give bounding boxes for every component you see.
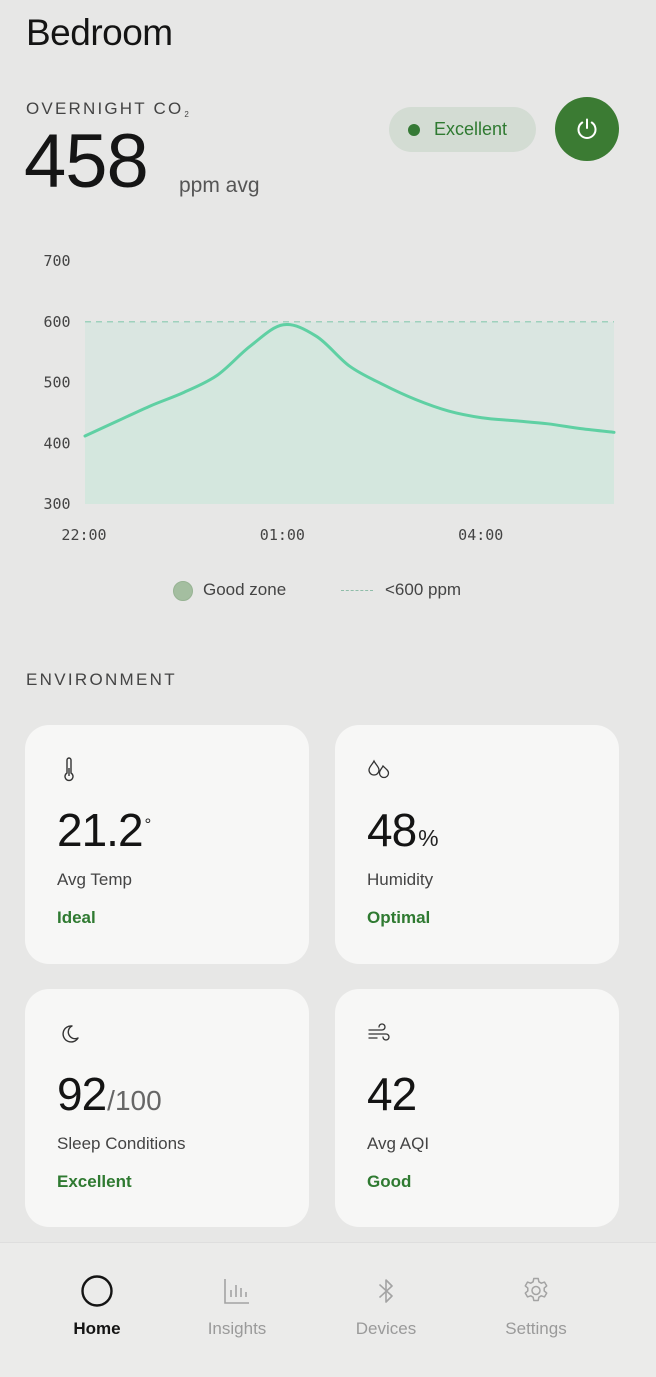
avg-aqi-card[interactable]: 42 Avg AQI Good <box>335 989 619 1227</box>
sleep-conditions-status: Excellent <box>57 1172 132 1191</box>
avg-temp-label: Avg Temp <box>57 870 132 889</box>
avg-temp-value: 21.2 ° <box>57 804 152 856</box>
gear-icon <box>524 1277 548 1302</box>
sleep-conditions-value: 92/100 <box>57 1068 162 1120</box>
power-icon <box>577 118 597 140</box>
y-tick-label: 700 <box>43 252 70 270</box>
legend-threshold-swatch <box>341 590 373 591</box>
y-tick-label: 600 <box>43 313 70 331</box>
bluetooth-icon <box>379 1279 393 1303</box>
avg-temp-card[interactable]: 21.2 ° Avg Temp Ideal <box>25 725 309 964</box>
droplets-icon <box>368 759 390 779</box>
nav-devices[interactable]: Devices <box>326 1243 446 1377</box>
power-button[interactable] <box>555 97 619 161</box>
bottom-nav: Home Insights Devices Settings <box>0 1242 656 1377</box>
nav-insights-label: Insights <box>207 1319 267 1338</box>
avg-aqi-value: 42 <box>367 1068 417 1120</box>
nav-devices-label: Devices <box>355 1319 417 1338</box>
x-tick-label: 22:00 <box>61 526 106 544</box>
co2-unit: ppm avg <box>179 174 260 197</box>
co2-average-value: 458 <box>24 119 149 204</box>
y-tick-label: 300 <box>43 495 70 513</box>
co2-chart: 700 600 500 400 300 22:00 01:00 04:00 <box>43 252 616 544</box>
y-tick-label: 400 <box>43 434 70 452</box>
co2-section-label: OVERNIGHT CO2 <box>26 99 189 119</box>
legend-good-zone-label: Good zone <box>203 580 287 599</box>
humidity-status: Optimal <box>367 908 431 927</box>
y-tick-label: 500 <box>43 374 70 392</box>
sleep-conditions-label: Sleep Conditions <box>57 1134 186 1153</box>
nav-home[interactable]: Home <box>37 1243 157 1377</box>
x-tick-label: 01:00 <box>260 526 305 544</box>
page-title: Bedroom <box>26 12 173 53</box>
avg-aqi-label: Avg AQI <box>367 1134 430 1153</box>
avg-temp-status: Ideal <box>57 908 96 927</box>
nav-settings-label: Settings <box>505 1319 567 1338</box>
nav-insights[interactable]: Insights <box>177 1243 297 1377</box>
co2-label-text: OVERNIGHT CO <box>26 99 184 118</box>
status-text: Excellent <box>434 119 508 139</box>
status-badge: Excellent <box>389 107 536 152</box>
nav-home-label: Home <box>73 1319 121 1338</box>
moon-icon <box>62 1025 79 1043</box>
status-dot <box>408 123 420 136</box>
bar-chart-icon <box>224 1279 249 1304</box>
co2-label-subscript: 2 <box>184 110 189 119</box>
thermometer-icon <box>64 757 74 782</box>
chart-legend: Good zone <600 ppm <box>0 578 656 604</box>
home-circle-icon <box>81 1275 113 1307</box>
avg-aqi-status: Good <box>367 1172 412 1191</box>
x-tick-label: 04:00 <box>458 526 503 544</box>
humidity-value: 48% <box>367 804 439 856</box>
legend-threshold-label: <600 ppm <box>385 580 462 599</box>
humidity-label: Humidity <box>367 870 434 889</box>
legend-good-zone-swatch <box>173 581 193 601</box>
wind-icon <box>368 1023 390 1041</box>
environment-section-title: ENVIRONMENT <box>26 670 177 689</box>
nav-settings[interactable]: Settings <box>476 1243 596 1377</box>
humidity-card[interactable]: 48% Humidity Optimal <box>335 725 619 964</box>
sleep-conditions-card[interactable]: 92/100 Sleep Conditions Excellent <box>25 989 309 1227</box>
